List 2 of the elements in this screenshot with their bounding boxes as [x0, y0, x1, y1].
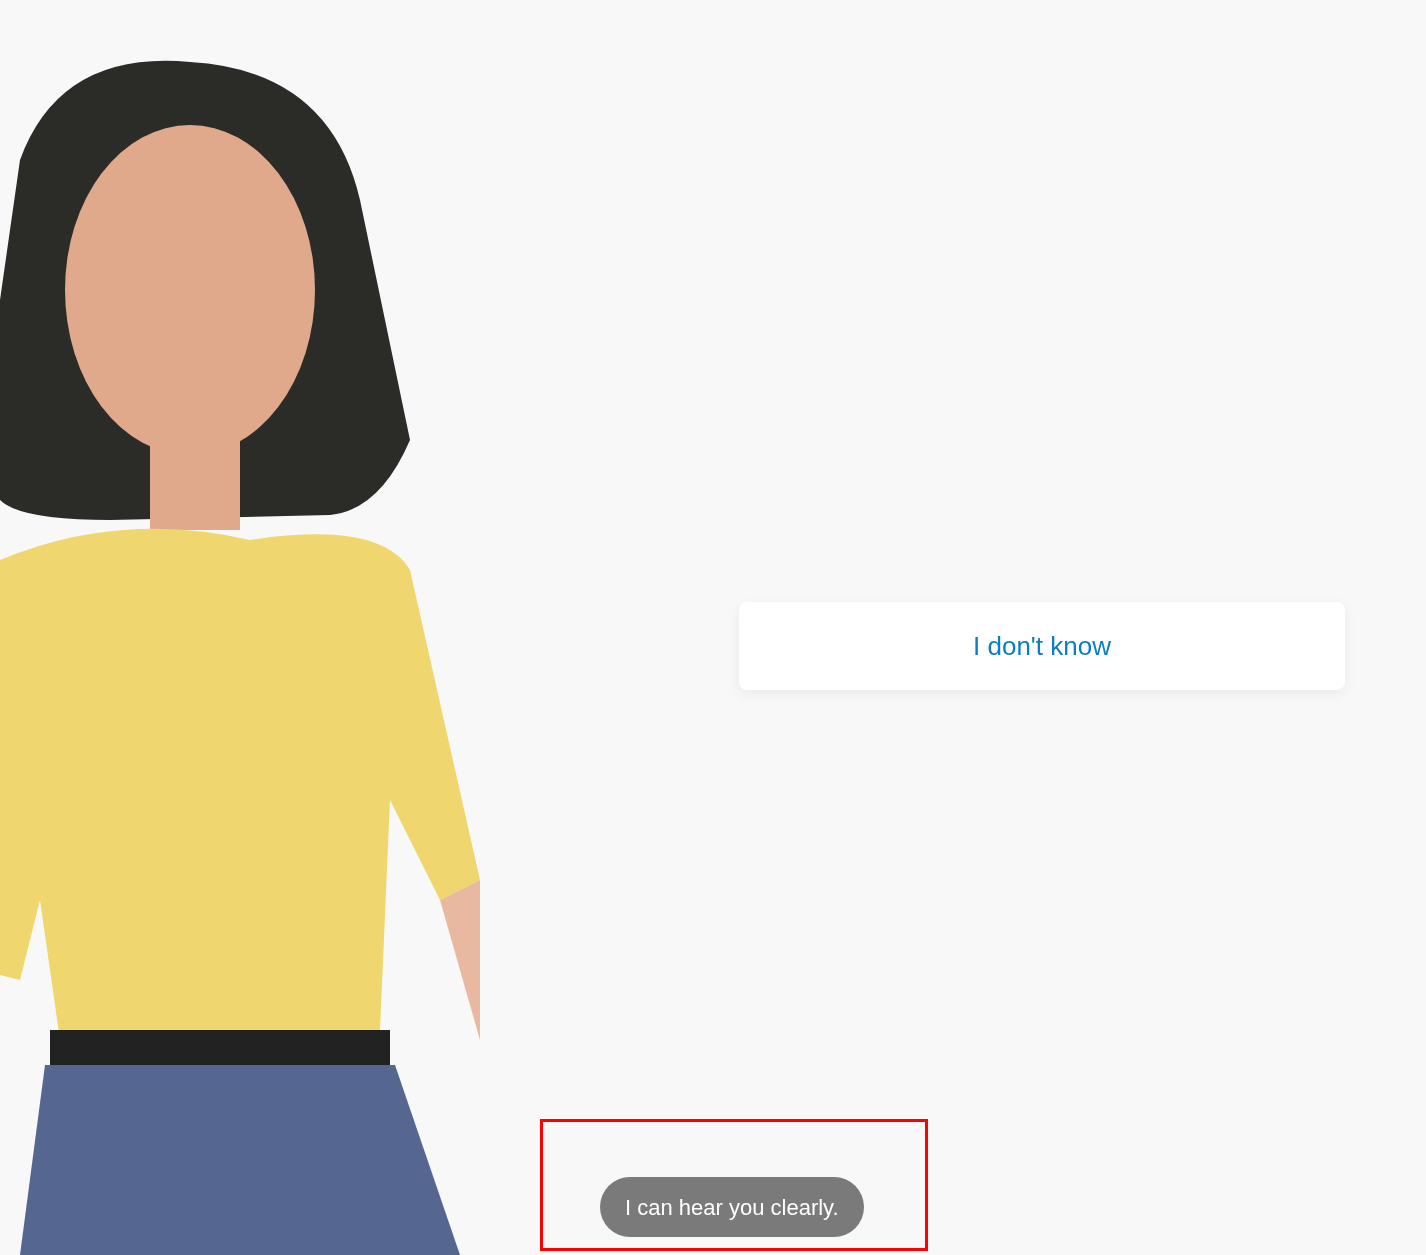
answer-button[interactable]: I don't know — [739, 602, 1345, 690]
caption-text: I can hear you clearly. — [600, 1177, 864, 1237]
